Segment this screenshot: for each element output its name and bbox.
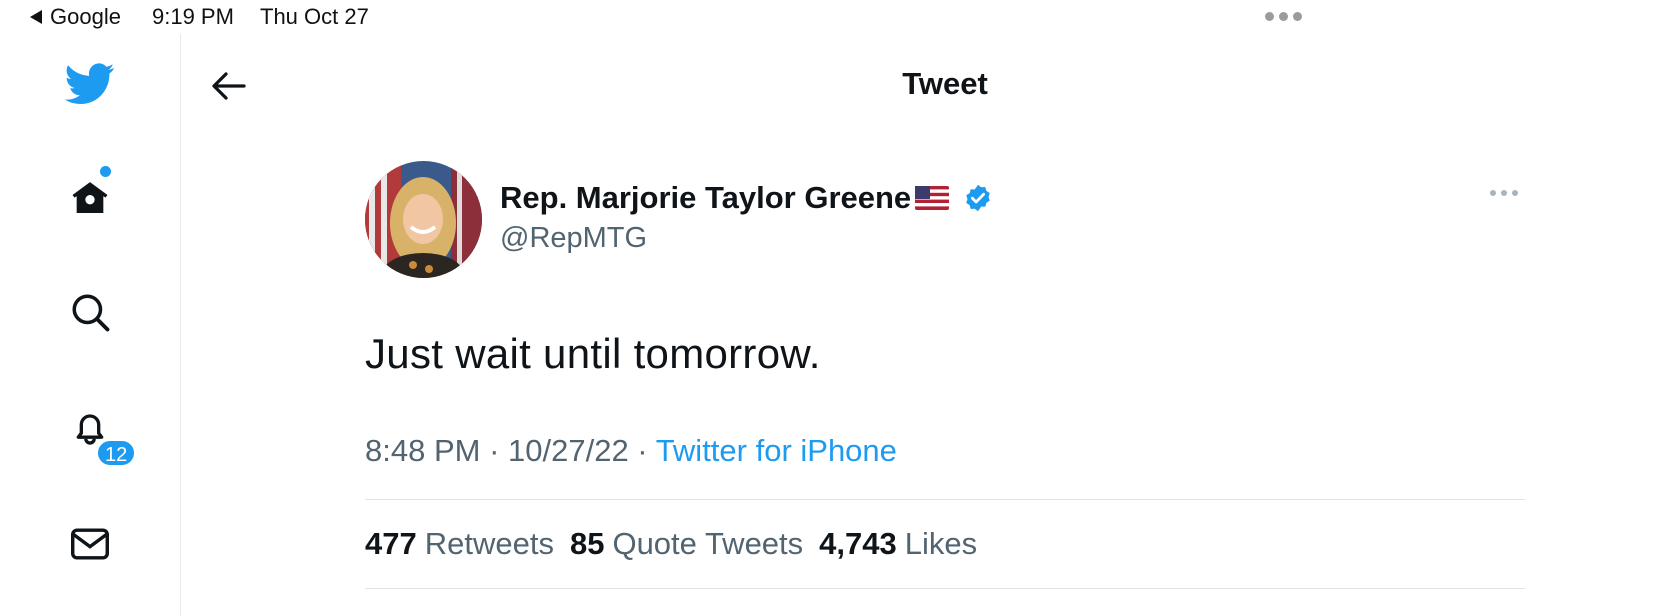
divider bbox=[365, 588, 1525, 589]
home-icon[interactable] bbox=[64, 172, 116, 224]
tweet-text: Just wait until tomorrow. bbox=[365, 330, 821, 377]
more-options-icon[interactable] bbox=[1490, 190, 1518, 196]
likes-count: 4,743 bbox=[819, 526, 897, 561]
back-button[interactable] bbox=[205, 64, 253, 108]
likes-stat[interactable]: 4,743 Likes bbox=[819, 526, 993, 561]
back-arrow-icon bbox=[212, 72, 246, 100]
author-name-text: Rep. Marjorie Taylor Greene bbox=[500, 180, 912, 215]
us-flag-icon bbox=[915, 186, 950, 210]
mail-icon[interactable] bbox=[64, 518, 116, 570]
verified-badge-icon bbox=[966, 184, 990, 212]
retweets-label: Retweets bbox=[424, 526, 554, 561]
tweet-meta: 8:48 PM · 10/27/22 · Twitter for iPhone bbox=[365, 433, 897, 469]
meta-separator: · bbox=[480, 433, 509, 468]
author-name[interactable]: Rep. Marjorie Taylor Greene bbox=[500, 180, 993, 216]
back-app-label: Google bbox=[50, 4, 121, 29]
avatar[interactable] bbox=[365, 161, 482, 278]
status-date: Thu Oct 27 bbox=[260, 4, 369, 29]
quote-tweets-stat[interactable]: 85 Quote Tweets bbox=[570, 526, 819, 561]
tweet-time[interactable]: 8:48 PM bbox=[365, 433, 480, 468]
retweets-count: 477 bbox=[365, 526, 417, 561]
quote-tweets-count: 85 bbox=[569, 526, 605, 561]
tweet-source-link[interactable]: Twitter for iPhone bbox=[656, 433, 897, 468]
meta-separator: · bbox=[628, 433, 656, 468]
tweet-date[interactable]: 10/27/22 bbox=[508, 433, 629, 468]
quote-tweets-label: Quote Tweets bbox=[612, 526, 804, 561]
page-title: Tweet bbox=[902, 66, 988, 101]
author-handle[interactable]: @RepMTG bbox=[500, 222, 647, 255]
notifications-badge: 12 bbox=[96, 439, 137, 467]
status-time: 9:19 PM bbox=[152, 4, 234, 29]
home-notification-dot bbox=[100, 166, 111, 177]
multitasking-dots-icon[interactable] bbox=[1265, 12, 1302, 21]
back-triangle-icon bbox=[30, 10, 42, 24]
divider bbox=[365, 499, 1525, 500]
sidebar: 12 bbox=[0, 34, 181, 616]
retweets-stat[interactable]: 477 Retweets bbox=[365, 526, 570, 561]
back-to-app-link[interactable]: Google bbox=[30, 4, 121, 30]
search-icon[interactable] bbox=[64, 286, 116, 338]
twitter-logo-icon[interactable] bbox=[64, 58, 116, 110]
tweet-stats: 477 Retweets 85 Quote Tweets 4,743 Likes bbox=[365, 526, 993, 562]
likes-label: Likes bbox=[904, 526, 978, 561]
status-bar: Google 9:19 PM Thu Oct 27 bbox=[0, 0, 1667, 34]
